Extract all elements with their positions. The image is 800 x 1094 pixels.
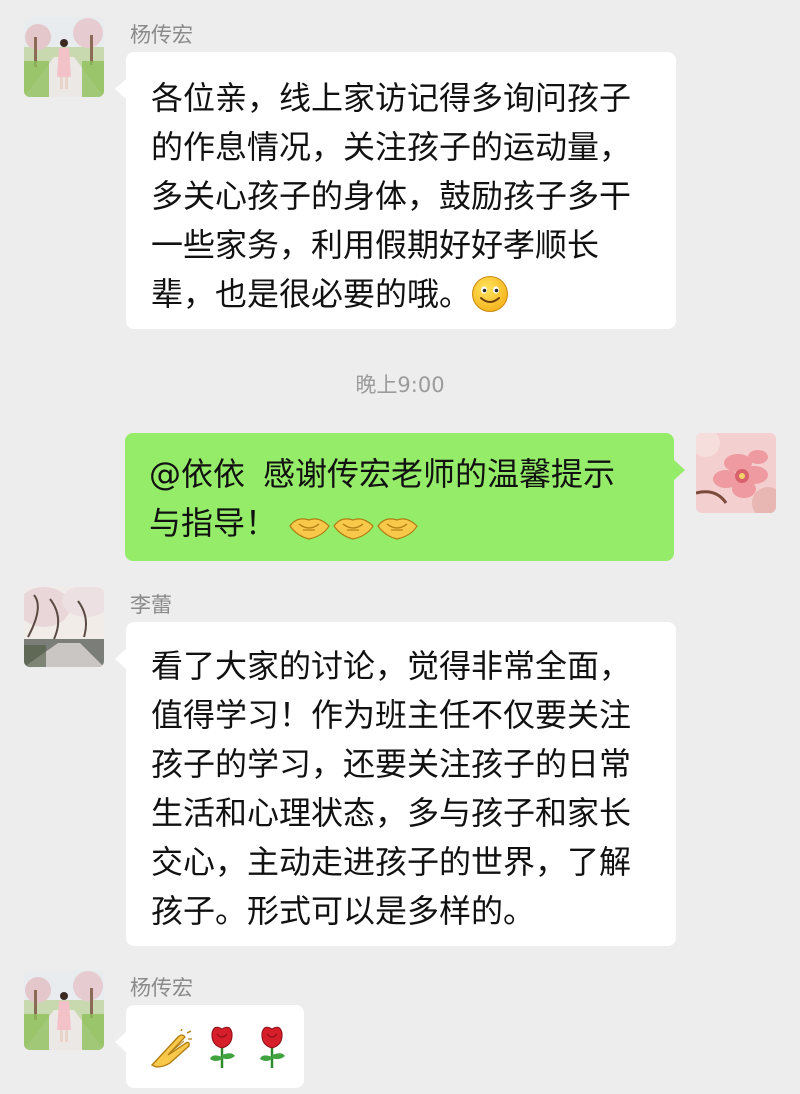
- message-bubble[interactable]: [115, 1005, 304, 1088]
- sender-name: 杨传宏: [130, 23, 193, 47]
- message-line: 交心，主动走进孩子的世界，了解: [151, 843, 632, 881]
- message-line: 的作息情况，关注孩子的运动量，: [151, 128, 632, 166]
- message-line: 孩子的学习，还要关注孩子的日常: [151, 745, 632, 783]
- message-line: 与指导！: [149, 499, 650, 556]
- message-bubble[interactable]: 各位亲，线上家访记得多询问孩子 的作息情况，关注孩子的运动量， 多关心孩子的身体…: [115, 52, 676, 329]
- sender-avatar-li[interactable]: [24, 587, 104, 667]
- clap-emoji-icon: [148, 1026, 192, 1083]
- handshake-emoji-icon: [289, 507, 421, 556]
- smile-emoji-icon: [471, 275, 509, 327]
- message-line: 多关心孩子的身体，鼓励孩子多干: [151, 177, 632, 215]
- message-bubble-outgoing[interactable]: @依依 感谢传宏老师的温馨提示 与指导！: [125, 433, 685, 561]
- rose-emoji-icon: [202, 1025, 242, 1083]
- sender-avatar-yang[interactable]: [24, 970, 104, 1050]
- message-line: 各位亲，线上家访记得多询问孩子: [151, 79, 632, 117]
- message-line: 看了大家的讨论，觉得非常全面，: [151, 647, 632, 685]
- message-line: @依依 感谢传宏老师的温馨提示: [149, 455, 616, 493]
- message-line: 辈，也是很必要的哦。: [151, 270, 652, 327]
- message-bubble[interactable]: 看了大家的讨论，觉得非常全面， 值得学习！作为班主任不仅要关注 孩子的学习，还要…: [115, 622, 676, 946]
- sender-name: 李蕾: [130, 593, 172, 617]
- my-avatar[interactable]: [696, 433, 776, 513]
- rose-emoji-icon: [252, 1025, 292, 1083]
- mention-tag[interactable]: @依依: [149, 455, 245, 493]
- timestamp: 晚上9:00: [355, 373, 445, 397]
- sender-name: 杨传宏: [130, 976, 193, 1000]
- sender-avatar-yang[interactable]: [24, 17, 104, 97]
- message-line: 一些家务，利用假期好好孝顺长: [151, 226, 600, 264]
- message-line: 值得学习！作为班主任不仅要关注: [151, 696, 632, 734]
- message-line: 孩子。形式可以是多样的。: [151, 892, 536, 930]
- message-line: 生活和心理状态，多与孩子和家长: [151, 794, 632, 832]
